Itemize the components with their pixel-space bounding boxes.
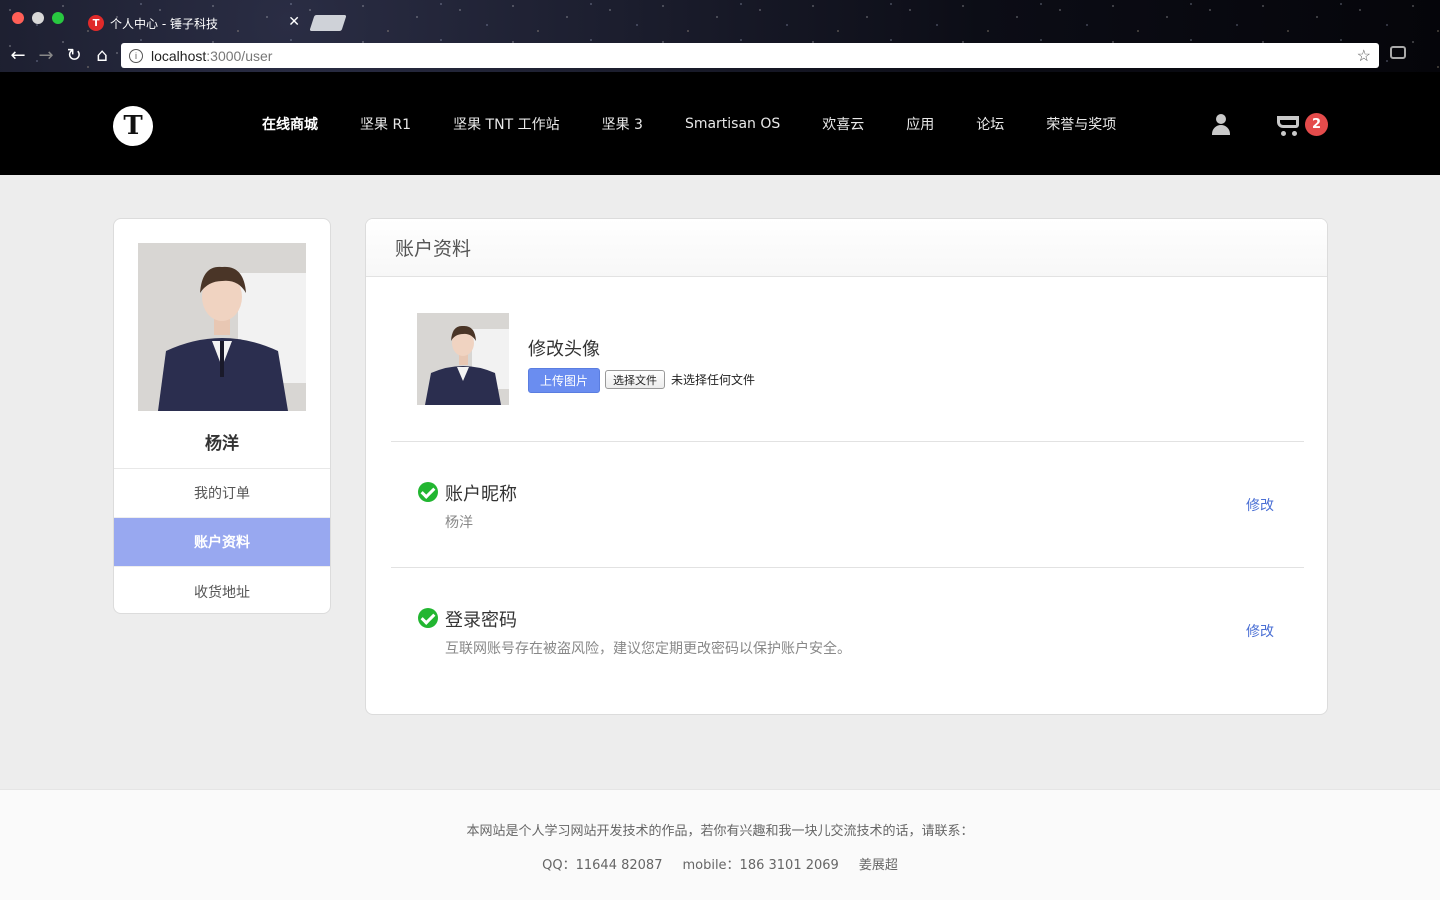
main-nav: 在线商城 坚果 R1 坚果 TNT 工作站 坚果 3 Smartisan OS … bbox=[262, 72, 1158, 175]
footer-mobile: mobile：186 3101 2069 bbox=[682, 858, 839, 873]
browser-chrome: T 个人中心 - 锤子科技 ✕ ← → ↻ ⌂ i localhost:3000… bbox=[0, 0, 1440, 72]
change-avatar-title: 修改头像 bbox=[528, 339, 600, 360]
sidebar-menu: 我的订单 账户资料 收货地址 bbox=[114, 468, 330, 613]
footer-contact: QQ：11644 82087 mobile：186 3101 2069 姜展超 bbox=[0, 854, 1440, 873]
check-icon bbox=[418, 482, 438, 502]
tab-title: 个人中心 - 锤子科技 bbox=[110, 16, 218, 31]
edit-nickname-link[interactable]: 修改 bbox=[1246, 495, 1274, 515]
browser-tab[interactable]: T 个人中心 - 锤子科技 ✕ bbox=[80, 8, 306, 38]
sidebar-item-orders[interactable]: 我的订单 bbox=[114, 469, 330, 518]
divider bbox=[391, 441, 1304, 442]
footer-author: 姜展超 bbox=[858, 858, 898, 873]
nav-item-shop[interactable]: 在线商城 bbox=[262, 114, 318, 134]
camera-icon[interactable] bbox=[1390, 46, 1406, 59]
password-title: 登录密码 bbox=[445, 610, 517, 631]
nav-item-r1[interactable]: 坚果 R1 bbox=[360, 114, 411, 134]
sidebar-item-address[interactable]: 收货地址 bbox=[114, 567, 330, 613]
new-tab-button[interactable] bbox=[309, 15, 347, 31]
nav-item-os[interactable]: Smartisan OS bbox=[685, 116, 780, 132]
address-bar[interactable]: i localhost:3000/user ☆ bbox=[121, 43, 1379, 68]
nav-item-awards[interactable]: 荣誉与奖项 bbox=[1046, 114, 1116, 134]
account-panel: 账户资料 修改头像 上传图片 选择文件 未选择任何文件 账户昵称 杨洋 修改 登… bbox=[365, 218, 1328, 715]
home-icon[interactable]: ⌂ bbox=[90, 44, 114, 66]
nav-item-forum[interactable]: 论坛 bbox=[976, 114, 1004, 134]
tab-close-icon[interactable]: ✕ bbox=[288, 14, 300, 30]
cart-icon[interactable] bbox=[1273, 112, 1301, 136]
nav-item-tnt[interactable]: 坚果 TNT 工作站 bbox=[453, 114, 559, 134]
choose-file-button[interactable]: 选择文件 bbox=[605, 370, 665, 389]
user-icon[interactable] bbox=[1211, 114, 1231, 136]
nickname-title: 账户昵称 bbox=[445, 484, 517, 505]
info-icon[interactable]: i bbox=[129, 48, 143, 63]
minimize-window-button[interactable] bbox=[32, 12, 44, 24]
file-status-text: 未选择任何文件 bbox=[671, 373, 756, 387]
nav-item-cloud[interactable]: 欢喜云 bbox=[822, 114, 864, 134]
url-host: localhost bbox=[151, 47, 207, 64]
maximize-window-button[interactable] bbox=[52, 12, 64, 24]
footer-qq: QQ：11644 82087 bbox=[542, 858, 663, 873]
upload-image-button[interactable]: 上传图片 bbox=[528, 368, 600, 393]
cart-count-badge[interactable]: 2 bbox=[1305, 113, 1328, 136]
bookmark-star-icon[interactable]: ☆ bbox=[1357, 46, 1371, 66]
user-sidebar: 杨洋 我的订单 账户资料 收货地址 bbox=[113, 218, 331, 614]
sidebar-item-account[interactable]: 账户资料 bbox=[114, 518, 330, 567]
favicon-icon: T bbox=[88, 15, 104, 31]
footer-intro: 本网站是个人学习网站开发技术的作品，若你有兴趣和我一块儿交流技术的话，请联系： bbox=[466, 824, 974, 839]
edit-password-link[interactable]: 修改 bbox=[1246, 621, 1274, 641]
url-path: :3000/user bbox=[206, 47, 273, 64]
smartisan-logo[interactable]: T bbox=[113, 106, 153, 146]
forward-icon[interactable]: → bbox=[34, 44, 58, 66]
panel-title: 账户资料 bbox=[366, 219, 1327, 277]
close-window-button[interactable] bbox=[12, 12, 24, 24]
divider bbox=[391, 567, 1304, 568]
reload-icon[interactable]: ↻ bbox=[62, 44, 86, 66]
back-icon[interactable]: ← bbox=[6, 44, 30, 66]
site-footer: 本网站是个人学习网站开发技术的作品，若你有兴趣和我一块儿交流技术的话，请联系： … bbox=[0, 789, 1440, 900]
user-avatar-large bbox=[138, 243, 306, 411]
nav-item-apps[interactable]: 应用 bbox=[906, 114, 934, 134]
nav-item-nut3[interactable]: 坚果 3 bbox=[602, 114, 643, 134]
nickname-value: 杨洋 bbox=[445, 515, 473, 531]
user-name: 杨洋 bbox=[205, 434, 239, 454]
user-avatar-small bbox=[417, 313, 509, 405]
check-icon bbox=[418, 608, 438, 628]
password-description: 互联网账号存在被盗风险，建议您定期更改密码以保护账户安全。 bbox=[445, 641, 851, 657]
site-header: T 在线商城 坚果 R1 坚果 TNT 工作站 坚果 3 Smartisan O… bbox=[0, 72, 1440, 175]
